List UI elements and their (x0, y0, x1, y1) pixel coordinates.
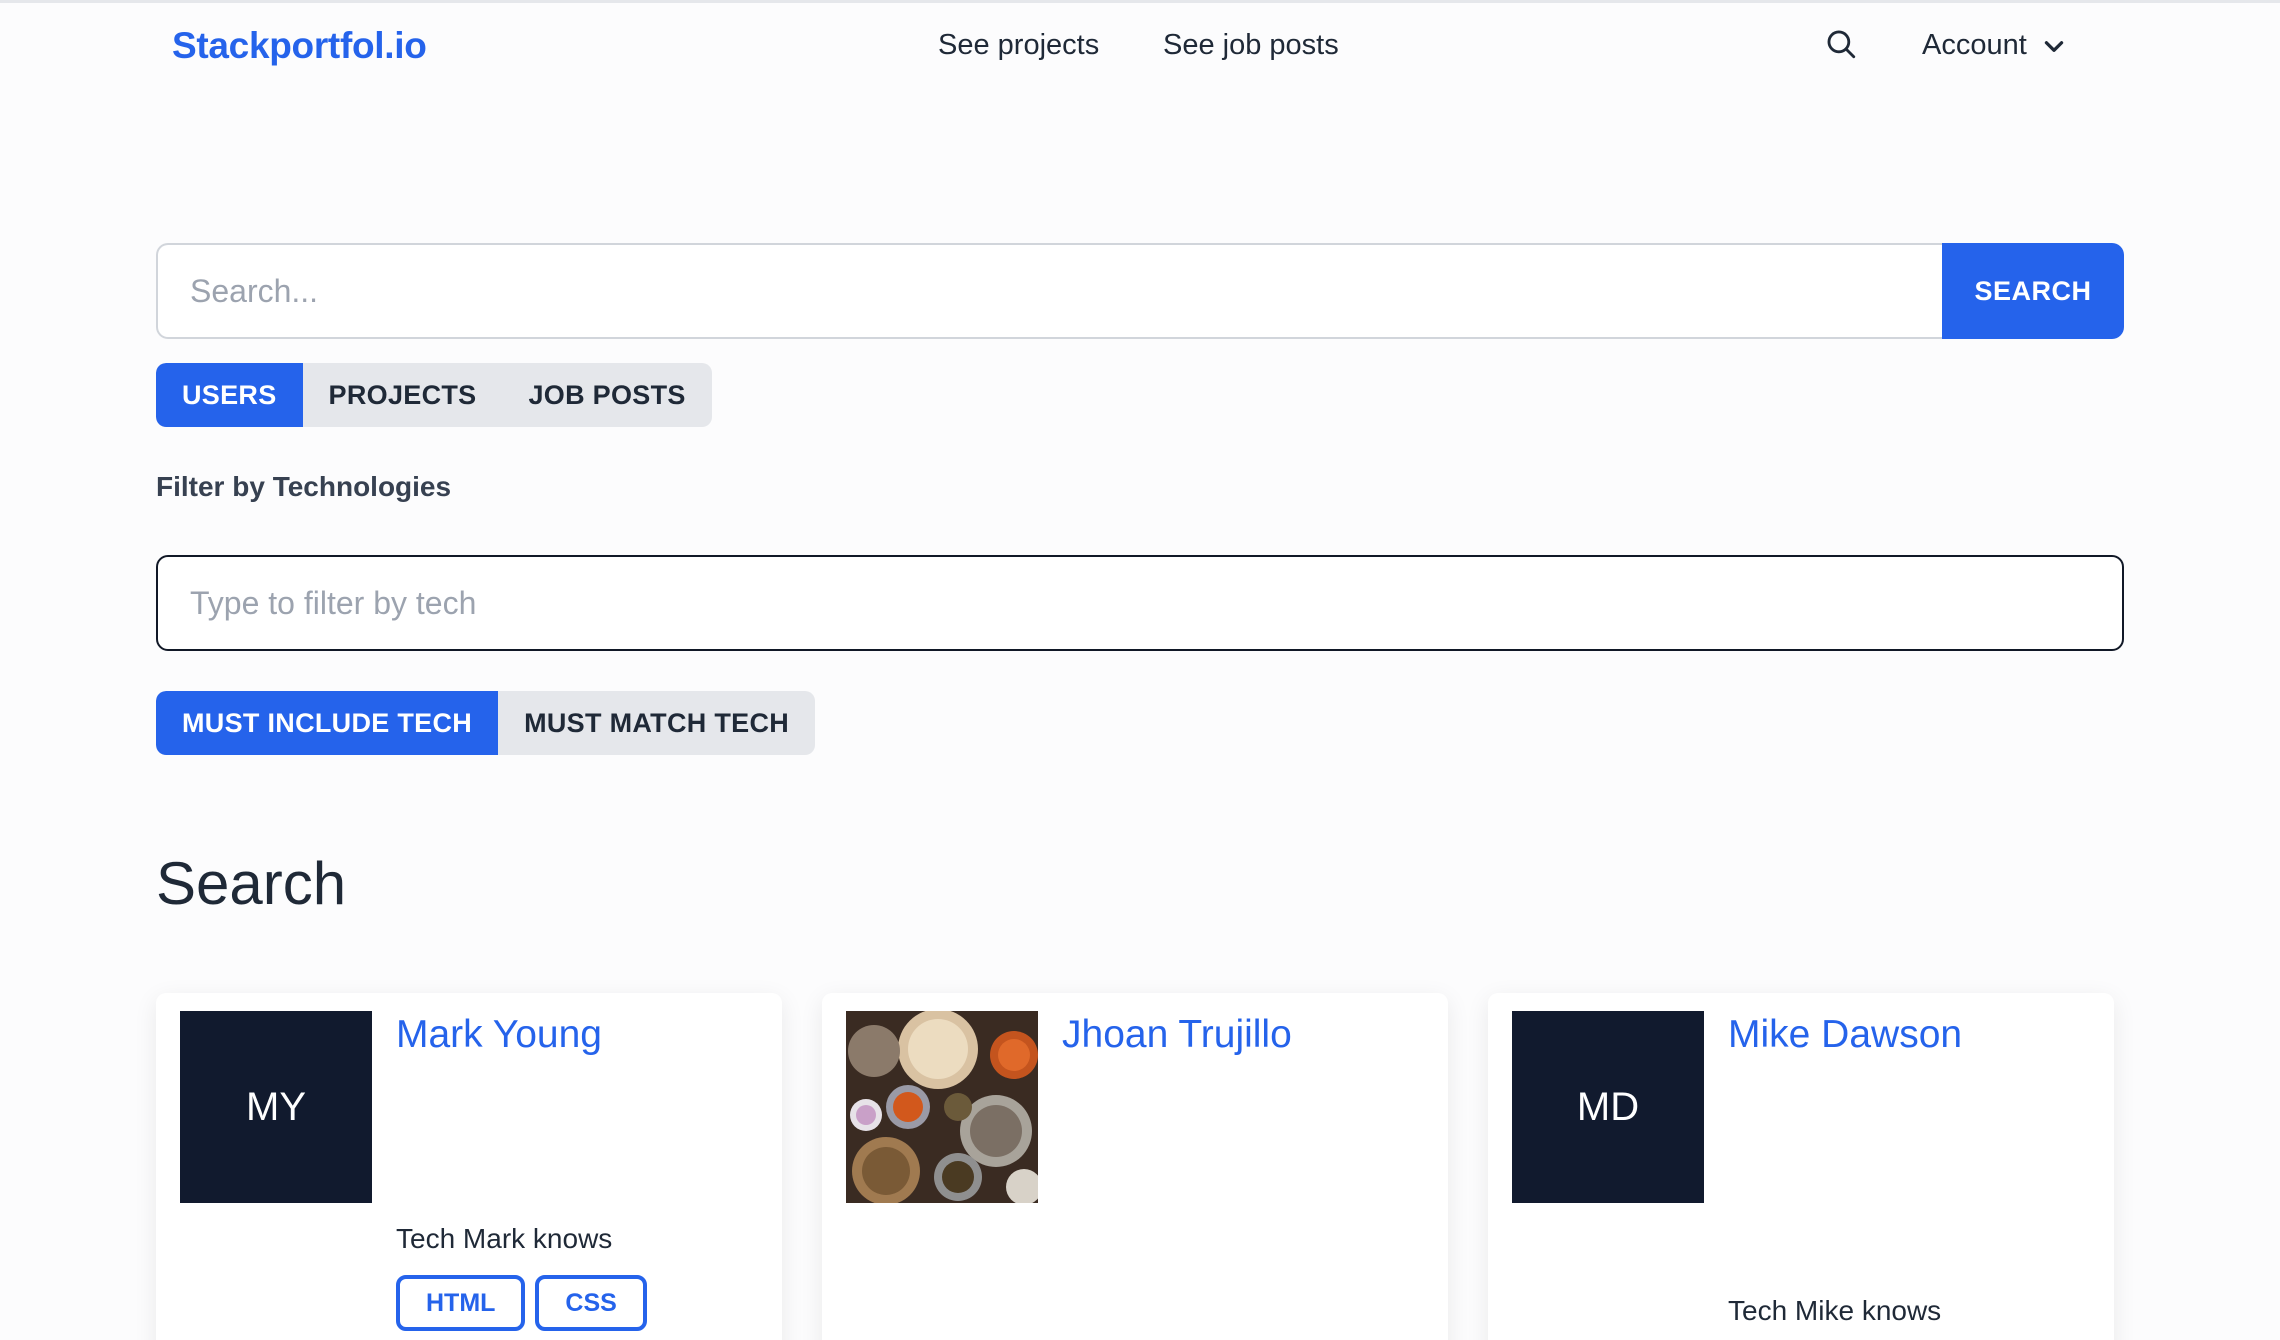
tech-match-toggle: MUST INCLUDE TECH MUST MATCH TECH (156, 691, 816, 755)
user-name-link[interactable]: Jhoan Trujillo (1062, 1013, 1292, 1057)
tab-users[interactable]: USERS (156, 363, 303, 427)
chevron-down-icon (2044, 40, 2064, 52)
avatar: MY (180, 1011, 372, 1203)
search-input[interactable] (156, 243, 1942, 339)
account-menu[interactable]: Account (1922, 29, 2067, 62)
search-type-tabs: USERS PROJECTS JOB POSTS (156, 363, 712, 427)
tech-filter-input[interactable] (156, 555, 2124, 651)
section-title: Search (156, 850, 347, 917)
must-match-tech-button[interactable]: MUST MATCH TECH (498, 691, 815, 755)
tech-tags: HTML CSS (396, 1275, 647, 1331)
user-name-link[interactable]: Mike Dawson (1728, 1013, 1962, 1057)
user-card: MY Mark Young Tech Mark knows HTML CSS (156, 993, 782, 1340)
nav-link-see-job-posts[interactable]: See job posts (1163, 29, 1339, 62)
tech-knows-label: Tech Mike knows (1728, 1295, 1942, 1326)
tab-job-posts[interactable]: JOB POSTS (502, 363, 711, 427)
tab-projects[interactable]: PROJECTS (303, 363, 503, 427)
filter-label: Filter by Technologies (156, 471, 452, 502)
search-button[interactable]: SEARCH (1942, 243, 2124, 339)
nav-link-see-projects[interactable]: See projects (938, 29, 1099, 62)
tech-tag[interactable]: HTML (396, 1275, 526, 1331)
must-include-tech-button[interactable]: MUST INCLUDE TECH (156, 691, 499, 755)
brand-logo[interactable]: Stackportfol.io (172, 25, 427, 67)
user-card: Jhoan Trujillo (822, 993, 1448, 1340)
avatar: MD (1512, 1011, 1704, 1203)
user-name-link[interactable]: Mark Young (396, 1013, 602, 1057)
avatar-photo (846, 1011, 1038, 1203)
tech-tag[interactable]: CSS (535, 1275, 647, 1331)
search-icon[interactable] (1824, 27, 1858, 61)
account-label: Account (1922, 29, 2027, 61)
search-bar: SEARCH (156, 243, 2124, 339)
user-card: MD Mike Dawson Tech Mike knows (1488, 993, 2114, 1340)
top-navbar: Stackportfol.io See projects See job pos… (0, 3, 2280, 91)
tech-knows-label: Tech Mark knows (396, 1223, 613, 1254)
